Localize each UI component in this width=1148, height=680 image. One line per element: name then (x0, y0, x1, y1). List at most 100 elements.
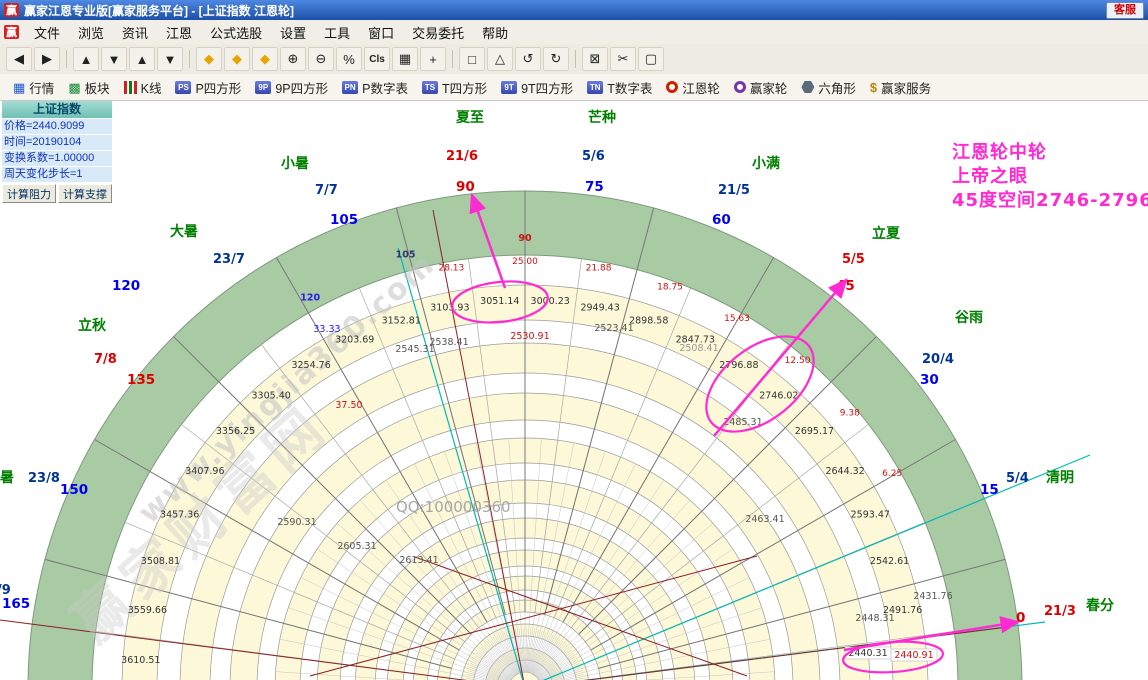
wheel-value-label: 2523.41 (594, 323, 633, 334)
wheel-price-label: 2695.17 (795, 426, 834, 437)
grid-icon[interactable]: ▦ (392, 47, 418, 71)
down-triangle-2-icon[interactable]: ▼ (157, 47, 183, 71)
wheel-outer-label: 5/5 (842, 252, 865, 267)
wheel-outer-label: 23/7 (213, 252, 245, 267)
wheel-percent-label: 9.38 (840, 408, 860, 418)
tab-label: T四方形 (442, 78, 487, 97)
tab-t-square-icon: TS (422, 81, 438, 94)
comment-icon[interactable]: ▢ (638, 47, 664, 71)
up-triangle-2-icon[interactable]: ▲ (129, 47, 155, 71)
tab-hexagon[interactable]: 六角形 (794, 78, 863, 97)
tab-label: 板块 (85, 78, 110, 97)
wheel-outer-label: 30 (920, 372, 939, 388)
tab-9p-square[interactable]: 9P9P四方形 (248, 78, 335, 97)
annotation-text: 45度空间2746-2796 (952, 189, 1148, 211)
tab-t-table[interactable]: TNT数字表 (580, 78, 659, 97)
wheel-inner-angle-label: 90 (518, 233, 532, 244)
clear-button[interactable]: Cls (364, 47, 390, 71)
menu-item[interactable]: 公式选股 (201, 23, 271, 42)
back-icon[interactable]: ◀ (6, 47, 32, 71)
tab-label: T数字表 (607, 78, 652, 97)
tab-winner-service[interactable]: $赢家服务 (863, 78, 938, 97)
wheel-inner-angle-label: 105 (396, 249, 416, 260)
tab-winner-wheel-icon (734, 81, 746, 93)
window-title: 赢家江恩专业版[赢家服务平台] - [上证指数 江恩轮] (24, 2, 1106, 19)
tab-sectors[interactable]: ▩板块 (61, 78, 116, 97)
panel-rows: 价格=2440.9099时间=20190104变换系数=1.00000周天变化步… (2, 119, 112, 182)
menu-item[interactable]: 交易委托 (403, 23, 473, 42)
tab-9t-square[interactable]: 9T9T四方形 (494, 78, 580, 97)
diamond-1-icon[interactable]: ◆ (196, 47, 222, 71)
wheel-price-label: 3508.81 (141, 556, 180, 567)
percent-icon[interactable]: % (336, 47, 362, 71)
wheel-outer-label: 芒种 (588, 109, 616, 126)
wheel-price-label: 3152.81 (382, 315, 421, 326)
watermark-qq: QQ:100000360 (396, 498, 511, 516)
wheel-price-label: 3000.23 (531, 296, 570, 307)
menu-item[interactable]: 文件 (25, 23, 69, 42)
wheel-price-label: 2746.02 (759, 391, 798, 402)
wheel-price-label: 3559.66 (128, 605, 167, 616)
tab-winner-service-icon: $ (870, 80, 877, 95)
menu-item[interactable]: 设置 (271, 23, 315, 42)
tab-gann-wheel-icon (666, 81, 678, 93)
crosshair-icon[interactable]: + (420, 47, 446, 71)
tab-kline[interactable]: K线 (117, 78, 169, 97)
rotate-left-icon[interactable]: ↺ (515, 47, 541, 71)
tab-label: 行情 (29, 78, 54, 97)
tab-label: 六角形 (818, 78, 856, 97)
diamond-3-icon[interactable]: ◆ (252, 47, 278, 71)
wheel-outer-label: 90 (456, 179, 475, 195)
wheel-inner-angle-label: 120 (300, 293, 320, 304)
tab-t-square[interactable]: TS T四方形 (415, 78, 494, 97)
wheel-percent-label: 6.25 (882, 469, 902, 479)
wheel-value-label: 2538.41 (429, 337, 468, 348)
annotation-text: 上帝之眼 (952, 165, 1028, 187)
panel-row: 时间=20190104 (2, 135, 112, 150)
rect-tool-icon[interactable]: □ (459, 47, 485, 71)
tab-label: 赢家轮 (750, 78, 788, 97)
wheel-value-label: 2590.31 (277, 517, 316, 528)
menu-item[interactable]: 资讯 (113, 23, 157, 42)
forward-icon[interactable]: ▶ (34, 47, 60, 71)
tab-p-table[interactable]: PNP数字表 (335, 78, 415, 97)
wheel-price-label: 3457.36 (160, 510, 199, 521)
support-button[interactable]: 客服 (1106, 2, 1144, 19)
cut-icon[interactable]: ✂ (610, 47, 636, 71)
tab-label: 江恩轮 (682, 78, 720, 97)
wheel-price-label: 3103.93 (430, 302, 469, 313)
toolbar-separator (66, 50, 67, 68)
calc-support-button[interactable]: 计算支撑 (58, 184, 112, 203)
up-triangle-icon[interactable]: ▲ (73, 47, 99, 71)
tab-quotes[interactable]: ▦行情 (6, 78, 61, 97)
tab-p-square[interactable]: PSP四方形 (168, 78, 248, 97)
tab-winner-wheel[interactable]: 赢家轮 (727, 78, 795, 97)
diamond-2-icon[interactable]: ◆ (224, 47, 250, 71)
menu-item[interactable]: 窗口 (359, 23, 403, 42)
tab-label: K线 (141, 78, 162, 97)
down-triangle-icon[interactable]: ▼ (101, 47, 127, 71)
wheel-percent-label: 25.00 (512, 257, 538, 267)
calc-resistance-button[interactable]: 计算阻力 (2, 184, 56, 203)
wheel-outer-label: 15 (980, 482, 999, 498)
rotate-right-icon[interactable]: ↻ (543, 47, 569, 71)
zoom-in-icon[interactable]: ⊕ (280, 47, 306, 71)
menu-item[interactable]: 江恩 (157, 23, 201, 42)
menu-item[interactable]: 浏览 (69, 23, 113, 42)
wheel-outer-label: 21/3 (1044, 604, 1076, 619)
menu-item[interactable]: 工具 (315, 23, 359, 42)
wheel-value-label: 33.33 (313, 324, 340, 335)
delete-icon[interactable]: ⊠ (582, 47, 608, 71)
main-toolbar: ◀▶▲▼▲▼◆◆◆⊕⊖%Cls▦+□△↺↻⊠✂▢ (0, 44, 1148, 75)
menu-item[interactable]: 帮助 (473, 23, 517, 42)
tab-gann-wheel[interactable]: 江恩轮 (659, 78, 727, 97)
triangle-tool-icon[interactable]: △ (487, 47, 513, 71)
app-logo-icon: 赢 (4, 3, 19, 17)
wheel-price-label: 3407.96 (185, 466, 224, 477)
wheel-value-label: 2530.91 (510, 331, 549, 342)
zoom-out-icon[interactable]: ⊖ (308, 47, 334, 71)
wheel-price-label: 3203.69 (335, 335, 374, 346)
panel-row: 周天变化步长=1 (2, 167, 112, 182)
wheel-price-label: 3254.76 (291, 360, 330, 371)
wheel-percent-label: 15.63 (724, 314, 750, 324)
